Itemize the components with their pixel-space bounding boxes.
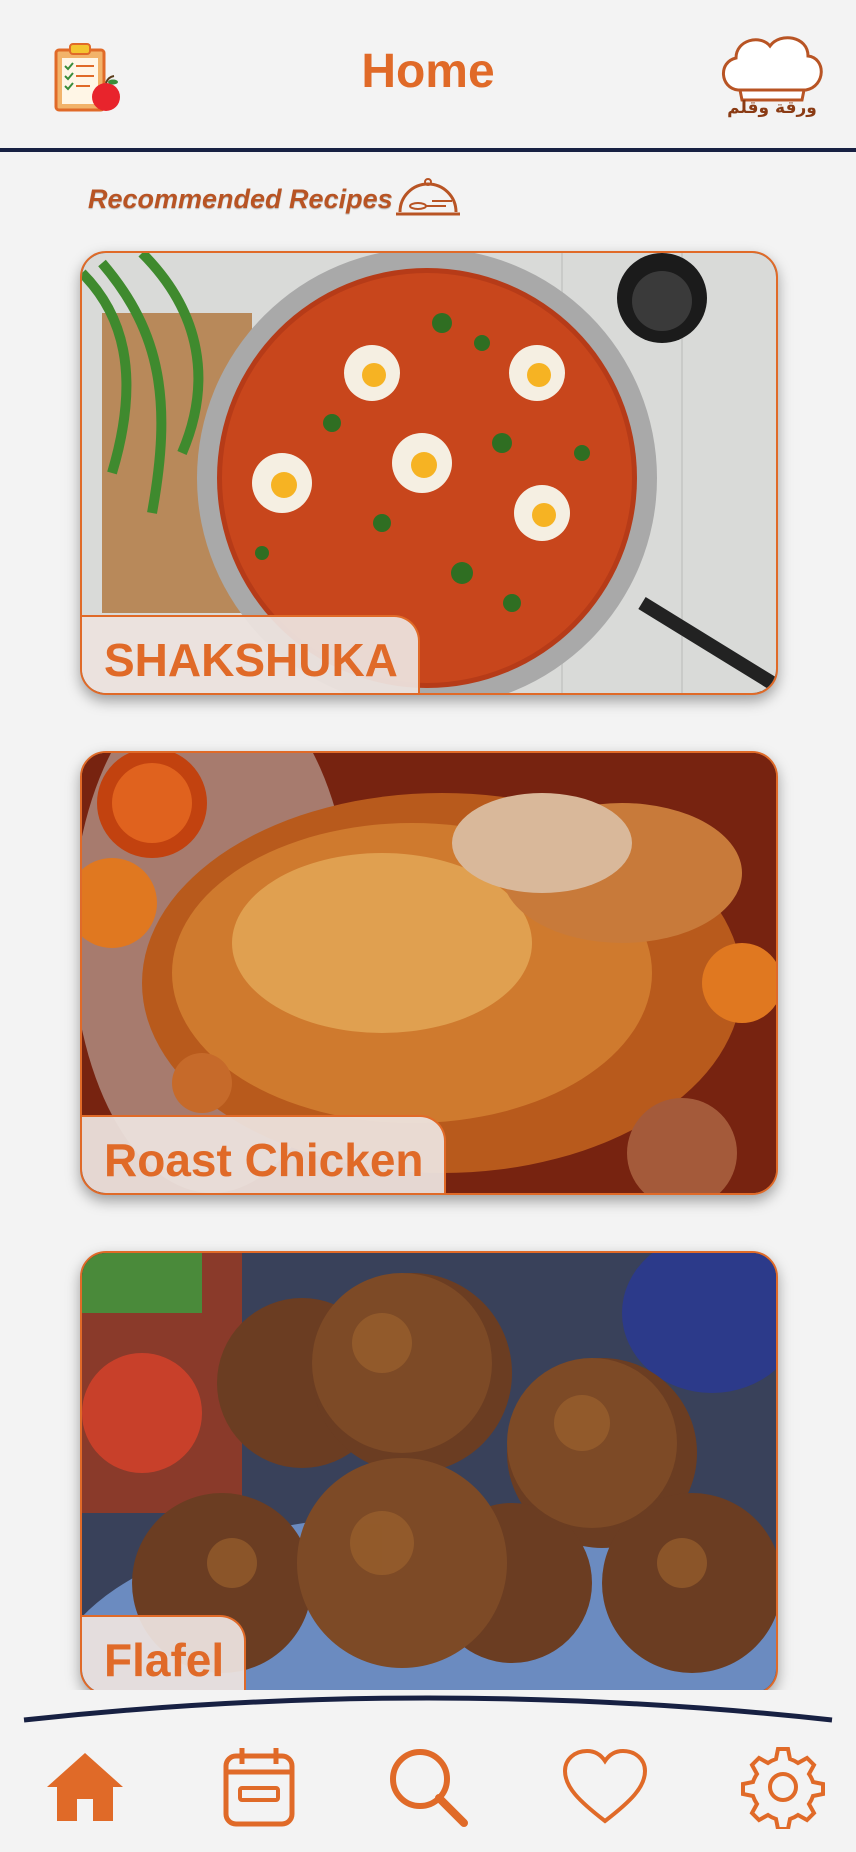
search-icon xyxy=(390,1749,468,1827)
recipe-name: Flafel xyxy=(82,1615,247,1693)
nav-settings[interactable] xyxy=(738,1742,828,1832)
bottom-navigation xyxy=(0,1690,856,1852)
recipe-card-shakshuka[interactable]: SHAKSHUKA xyxy=(80,251,778,695)
recipe-card-roast-chicken[interactable]: Roast Chicken xyxy=(80,751,778,1195)
nav-favorites[interactable] xyxy=(560,1742,650,1832)
brand-text: ورقة وقلم xyxy=(727,98,817,118)
dish-cloche-icon xyxy=(396,178,460,216)
app-header: Home ورقة وقلم xyxy=(0,0,856,152)
section-title: Recommended Recipes xyxy=(88,184,393,214)
recipe-card-flafel[interactable]: Flafel xyxy=(80,1251,778,1695)
nav-calendar[interactable] xyxy=(214,1742,304,1832)
recipe-name: Roast Chicken xyxy=(82,1115,446,1193)
nav-search[interactable] xyxy=(383,1742,473,1832)
heart-icon xyxy=(562,1748,648,1824)
nav-home[interactable] xyxy=(40,1742,130,1832)
header-divider xyxy=(0,148,856,152)
gear-icon xyxy=(741,1747,825,1829)
home-icon xyxy=(47,1753,123,1821)
recipe-name: SHAKSHUKA xyxy=(82,615,420,693)
calendar-icon xyxy=(223,1748,295,1827)
nav-divider-curve xyxy=(23,1695,833,1723)
